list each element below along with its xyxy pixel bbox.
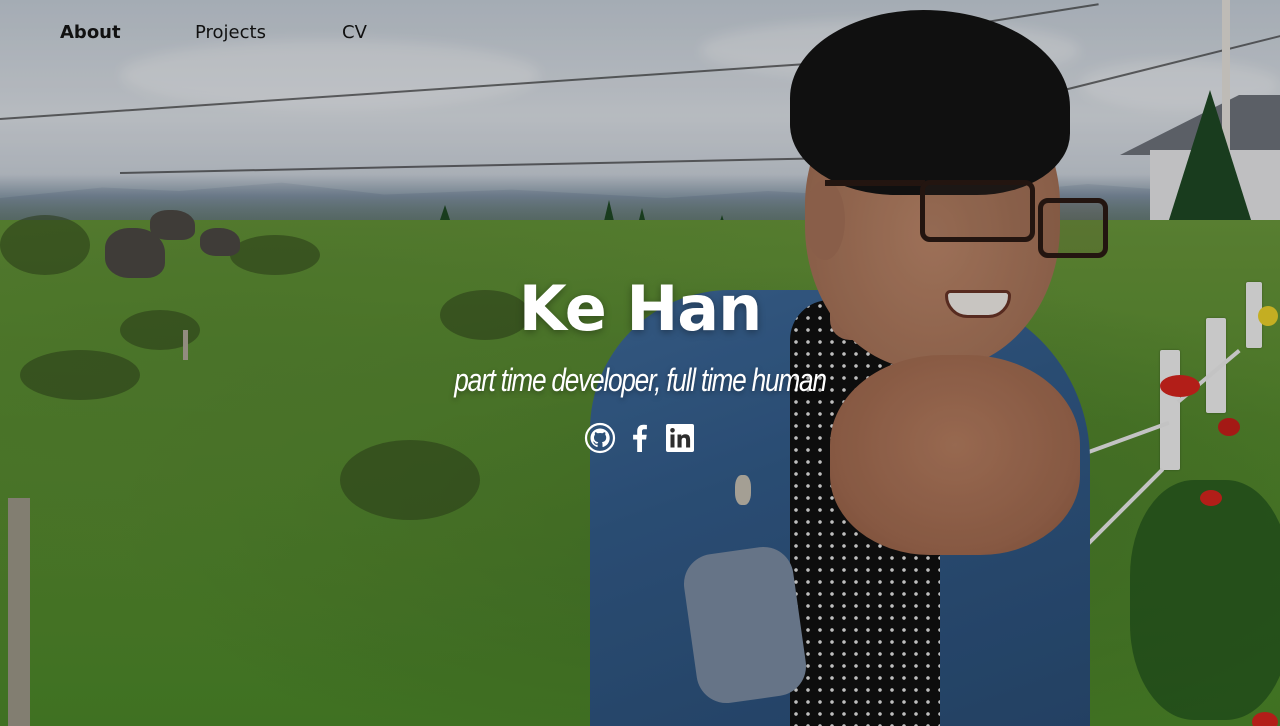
github-icon	[584, 422, 616, 454]
social-links	[584, 422, 696, 454]
nav-cv[interactable]: CV	[342, 22, 367, 43]
linkedin-icon	[666, 424, 694, 452]
top-nav: About Projects CV	[0, 0, 1280, 66]
nav-projects[interactable]: Projects	[195, 22, 266, 43]
hero-section: About Projects CV Ke Han part time devel…	[0, 0, 1280, 726]
hero-subtitle: part time developer, full time human	[454, 362, 827, 398]
github-link[interactable]	[584, 422, 616, 454]
linkedin-link[interactable]	[664, 422, 696, 454]
facebook-link[interactable]	[624, 422, 656, 454]
nav-about[interactable]: About	[60, 22, 121, 43]
hero-title: Ke Han	[518, 272, 762, 345]
facebook-icon	[633, 424, 647, 452]
